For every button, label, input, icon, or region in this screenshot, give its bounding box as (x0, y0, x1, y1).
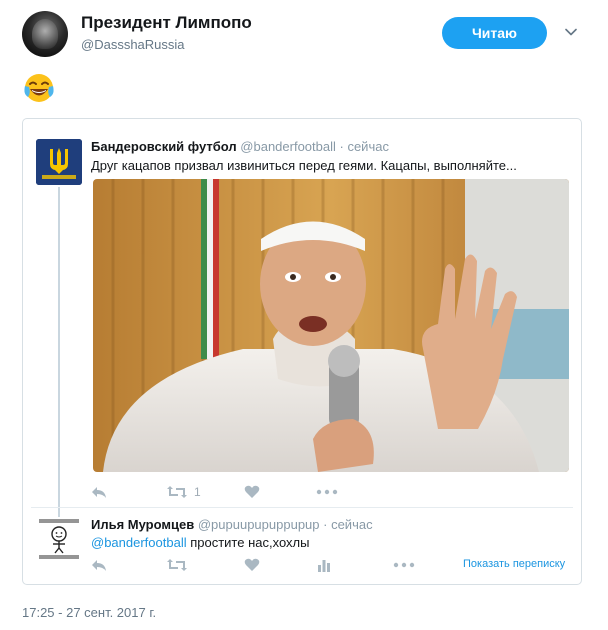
author-display-name[interactable]: Президент Лимпопо (81, 13, 252, 33)
retweet-action-2[interactable] (166, 555, 188, 575)
reply-author-name[interactable]: Илья Муромцев (91, 517, 194, 532)
reply-time[interactable]: · сейчас (323, 517, 372, 532)
tweet-timestamp[interactable]: 17:25 - 27 сент. 2017 г. (22, 605, 156, 620)
more-dots-icon (316, 489, 338, 495)
reply-author-line[interactable]: Илья Муромцев @pupuupupuppupup · сейчас (91, 517, 373, 532)
quoted-time[interactable]: · сейчас (340, 139, 389, 154)
more-action-2[interactable] (393, 555, 415, 575)
tweet-header: Президент Лимпопо @DassshaRussia Читаю (0, 0, 608, 68)
reply-message: простите нас,хохлы (186, 535, 310, 550)
analytics-action[interactable] (317, 555, 331, 575)
tweet-photo[interactable] (93, 179, 569, 472)
quoted-actions: 1 (23, 482, 583, 502)
face-with-tears-of-joy-icon (24, 74, 54, 102)
thread-divider (31, 507, 573, 508)
quoted-author-handle[interactable]: @banderfootball (240, 139, 336, 154)
retweet-count: 1 (194, 485, 201, 499)
reply-mention-link[interactable]: @banderfootball (91, 535, 187, 550)
follow-button[interactable]: Читаю (442, 17, 547, 49)
retweet-action[interactable]: 1 (166, 482, 201, 502)
show-thread-link[interactable]: Показать переписку (463, 558, 565, 570)
thread-connector-line (58, 187, 60, 517)
heart-icon (244, 485, 260, 498)
retweet-icon (167, 559, 187, 571)
author-handle[interactable]: @DassshaRussia (81, 37, 185, 52)
chevron-down-icon[interactable] (565, 26, 577, 38)
quoted-author-name[interactable]: Бандеровский футбол (91, 139, 237, 154)
like-action[interactable] (244, 482, 260, 502)
analytics-bars-icon (318, 560, 330, 572)
heart-icon (244, 558, 260, 571)
reply-tweet-text: @banderfootball простите нас,хохлы (91, 535, 309, 550)
reply-action-2[interactable] (91, 555, 107, 575)
reply-icon (92, 560, 106, 571)
quoted-author-line[interactable]: Бандеровский футбол @banderfootball · се… (91, 139, 389, 154)
more-action[interactable] (316, 482, 338, 502)
like-action-2[interactable] (244, 555, 260, 575)
reply-author-handle[interactable]: @pupuupupuppupup (198, 517, 320, 532)
reply-icon (92, 487, 106, 498)
quoted-tweet-text: Друг кацапов призвал извиниться перед ге… (91, 158, 517, 173)
author-avatar[interactable] (22, 11, 68, 57)
retweet-icon (167, 486, 187, 498)
quoted-thread-card[interactable]: Бандеровский футбол @banderfootball · се… (22, 118, 582, 585)
reply-action[interactable] (91, 482, 107, 502)
more-dots-icon (393, 562, 415, 568)
ukraine-trident-logo-icon[interactable] (36, 139, 82, 185)
avatar-figure (32, 19, 58, 49)
